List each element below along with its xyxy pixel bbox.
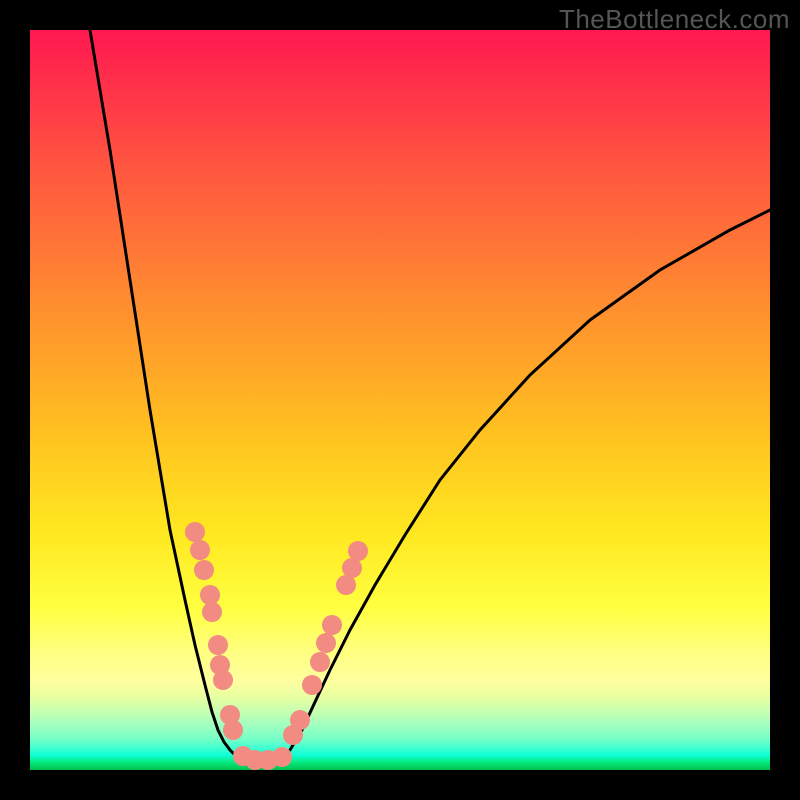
chart-svg xyxy=(30,30,770,770)
highlight-dot xyxy=(223,720,243,740)
chart-frame: TheBottleneck.com xyxy=(0,0,800,800)
curve-group xyxy=(90,30,770,762)
highlight-dot xyxy=(342,558,362,578)
highlight-dot xyxy=(190,540,210,560)
highlight-dot xyxy=(290,710,310,730)
highlight-dot xyxy=(194,560,214,580)
highlight-dot xyxy=(213,670,233,690)
curve-path xyxy=(90,30,770,762)
highlight-dot xyxy=(348,541,368,561)
highlight-dot xyxy=(185,522,205,542)
highlight-dot xyxy=(316,633,336,653)
highlight-dot xyxy=(202,602,222,622)
highlight-dot xyxy=(208,635,228,655)
highlight-dot xyxy=(322,615,342,635)
highlight-dot xyxy=(310,652,330,672)
highlight-dot xyxy=(200,585,220,605)
highlight-dot xyxy=(336,575,356,595)
highlight-dot xyxy=(272,747,292,767)
highlight-dot xyxy=(302,675,322,695)
